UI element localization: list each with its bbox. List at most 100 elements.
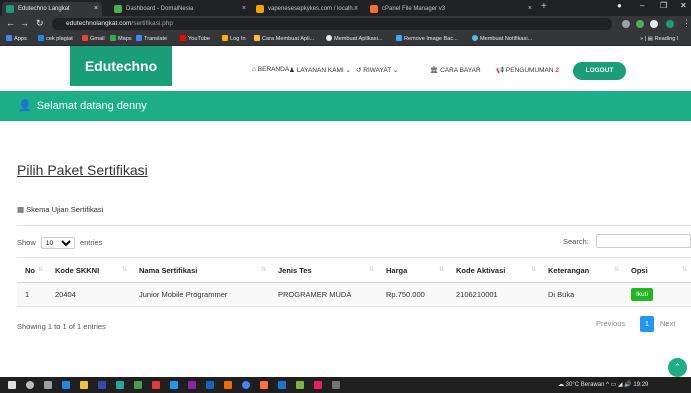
clock[interactable]: 19:29 [633,382,648,388]
bookmark-icon [38,35,44,41]
bookmark-item[interactable]: Remove Image Bac... [396,32,458,46]
profile-icon[interactable]: ● [617,1,622,10]
column-header-no[interactable]: No ⇅ [17,257,47,283]
extension-icon[interactable] [636,20,644,28]
profile-avatar[interactable] [666,20,674,28]
app-icon[interactable] [206,381,214,389]
bookmark-item[interactable]: Membuat Notifikasi... [472,32,532,46]
bookmark-item[interactable]: Log In [222,32,246,46]
nav-cara-bayar[interactable]: 🏛 CARA BAYAR [430,66,481,74]
bookmark-item[interactable]: cek plagiat [38,32,73,46]
tray-icons[interactable]: ^ ▭ ◢ 🔊 [606,382,633,388]
os-taskbar: ☁ 30°C Berawan ^ ▭ ◢ 🔊 19:29 [0,377,691,393]
app-icon[interactable] [314,381,322,389]
close-icon[interactable]: × [242,2,246,16]
cpanel-favicon [370,5,378,13]
sort-icon: ⇅ [121,267,127,273]
tab-label: cPanel File Manager v3 [382,6,446,12]
app-icon[interactable] [332,381,340,389]
app-icon[interactable] [116,381,124,389]
chrome-icon[interactable] [242,381,250,389]
sort-icon: ⇅ [37,267,43,273]
app-icon[interactable] [152,381,160,389]
column-header-kode-aktivasi[interactable]: Kode Aktivasi ⇅ [448,257,540,283]
app-icon[interactable] [296,381,304,389]
nav-beranda[interactable]: ⌂ BERANDA [252,66,289,73]
youtube-icon [180,35,186,41]
app-icon[interactable] [188,381,196,389]
word-icon[interactable] [170,381,178,389]
site-logo[interactable]: Edutechno [70,46,172,86]
nav-pengumuman[interactable]: 📢 PENGUMUMAN 2 [496,66,559,74]
close-icon[interactable]: × [528,2,532,16]
browser-tab[interactable]: cPanel File Manager v3 × [366,2,536,16]
close-icon[interactable]: × [94,2,98,16]
ikuti-button[interactable]: Ikuti [631,288,653,301]
menu-kebab-icon[interactable]: ⋮ [682,18,691,29]
entries-select[interactable]: 10 [40,237,75,249]
maps-icon [110,35,116,41]
column-header-opsi[interactable]: Opsi ⇅ [623,257,691,283]
bookmark-item[interactable]: Apps [6,32,27,46]
domainesia-favicon [114,5,122,13]
card-title: ▦ Skema Ujian Sertifikasi [17,205,104,214]
column-header-jenis-tes[interactable]: Jenis Tes ⇅ [270,257,378,283]
reload-icon[interactable]: ↻ [36,18,44,29]
back-icon[interactable]: ← [6,18,15,28]
app-icon[interactable] [224,381,232,389]
chevron-down-icon: ⌄ [345,67,351,74]
browser-tab[interactable]: vapenesesepkykes.com / localh... × [252,2,362,16]
bookmark-item[interactable]: Membuat Aplikasi... [326,32,383,46]
bank-icon: 🏛 [430,67,441,74]
search-icon[interactable] [26,381,34,389]
file-explorer-icon[interactable] [80,381,88,389]
search-input[interactable] [596,234,691,248]
bookmarks-bar: Apps cek plagiat Gmail Maps Translate Yo… [0,32,691,46]
tab-label: vapenesesepkykes.com / localh... [268,6,358,12]
maximize-icon[interactable]: ❐ [660,1,667,10]
new-tab-button[interactable]: + [541,1,547,12]
bookmark-item[interactable]: Translate [136,32,167,46]
bookmark-icon [396,35,402,41]
sort-icon: ⇅ [438,267,444,273]
column-header-keterangan[interactable]: Keterangan ⇅ [540,257,623,283]
reading-list[interactable]: » | ▤ Reading l [640,32,678,46]
forward-icon[interactable]: → [20,18,29,28]
bookmark-item[interactable]: Maps [110,32,132,46]
extension-icon[interactable] [622,20,630,28]
windows-start-icon[interactable] [8,381,16,389]
card-divider [17,225,691,226]
cell-no: 1 [17,282,47,307]
browser-tab[interactable]: Edutechno Langkat × [2,2,102,16]
column-header-kode-skkni[interactable]: Kode SKKNI ⇅ [47,257,131,283]
next-page-button[interactable]: Next [660,316,675,332]
nav-layanan-kami[interactable]: ♟ LAYANAN KAMI ⌄ [289,66,351,74]
bookmark-item[interactable]: Gmail [82,32,105,46]
browser-tab[interactable]: Dashboard - DomaiNesia × [110,2,250,16]
vscode-icon[interactable] [278,381,286,389]
address-bar[interactable]: edutechnolangkat.com/sertifikasi.php [52,18,612,30]
app-icon[interactable] [260,381,268,389]
close-icon[interactable]: × [354,2,358,16]
minimize-icon[interactable]: – [640,1,644,10]
bookmark-item[interactable]: YouTube [180,32,210,46]
cell-kode-skkni: 20404 [47,282,131,307]
logout-button[interactable]: LOGOUT [573,62,626,80]
extensions-puzzle-icon[interactable] [650,20,658,28]
column-header-harga[interactable]: Harga ⇅ [378,257,448,283]
task-view-icon[interactable] [44,381,52,389]
cell-keterangan: Di Buka [540,282,623,307]
excel-icon[interactable] [134,381,142,389]
certification-table: No ⇅ Kode SKKNI ⇅ Nama Sertifikasi ⇅ Jenis … [17,257,691,307]
bookmark-item[interactable]: Cara Membuat Apli... [254,32,314,46]
gmail-icon [82,35,88,41]
window-close-icon[interactable]: ✕ [680,1,687,10]
scroll-to-top-button[interactable]: ⌃ [668,358,687,377]
page-1-button[interactable]: 1 [640,316,654,332]
store-icon[interactable] [98,381,106,389]
column-header-nama-sertifikasi[interactable]: Nama Sertifikasi ⇅ [131,257,270,283]
bookmark-icon [254,35,260,41]
previous-page-button[interactable]: Previous [596,316,625,332]
edge-icon[interactable] [62,381,70,389]
nav-riwayat[interactable]: ↺ RIWAYAT ⌄ [356,66,398,74]
